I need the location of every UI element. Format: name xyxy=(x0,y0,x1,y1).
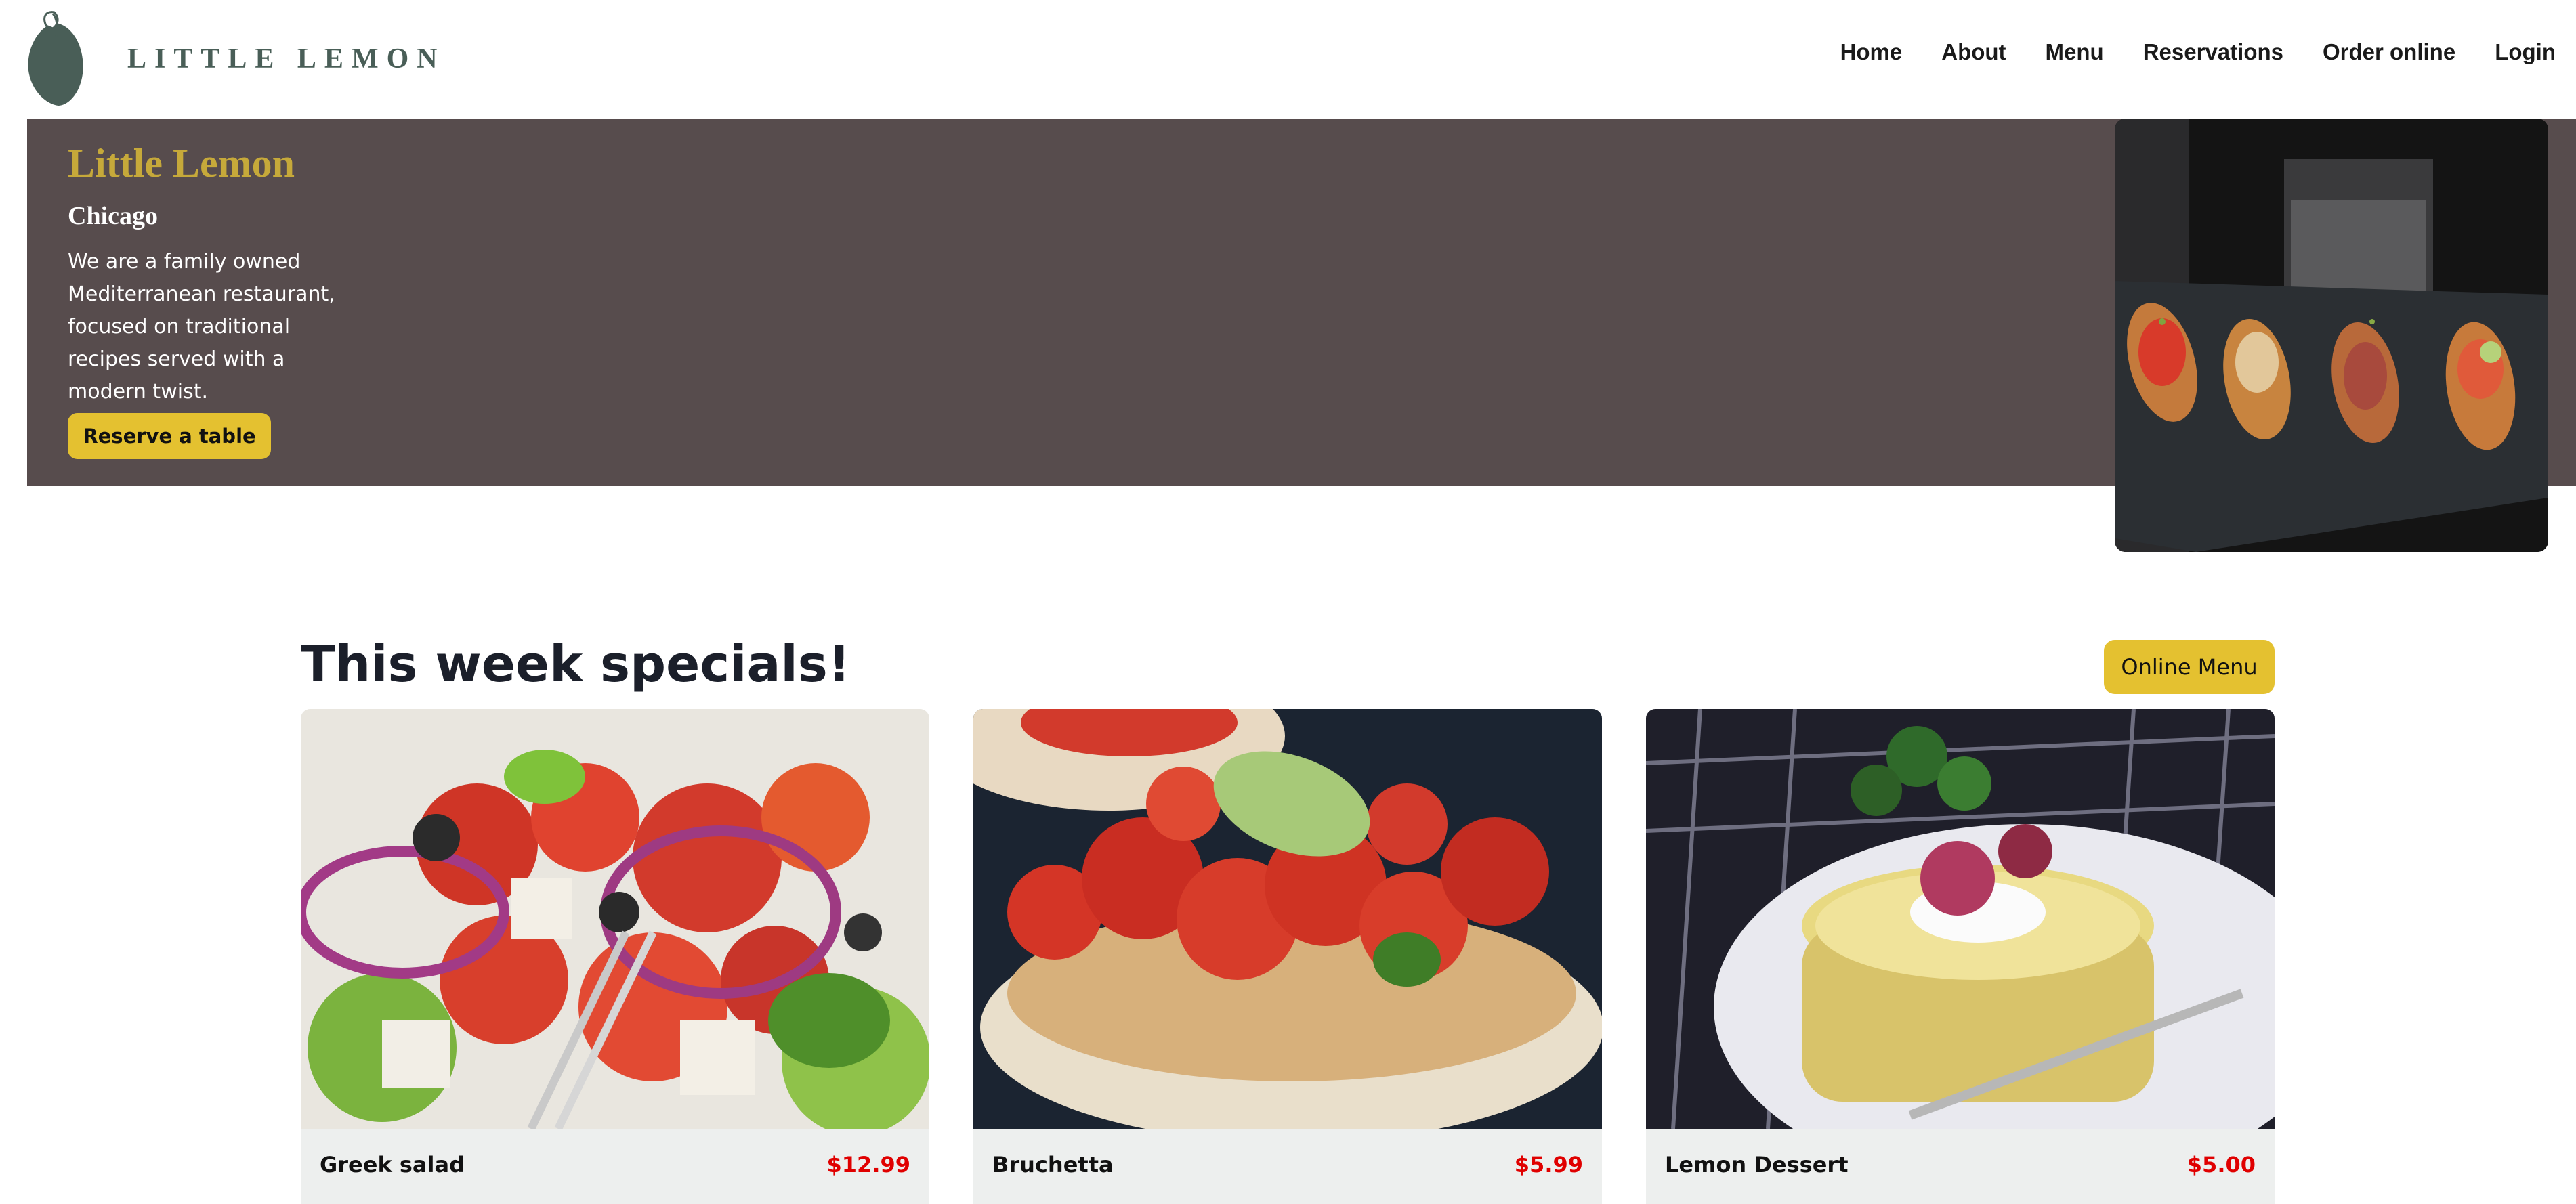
greek-salad-image xyxy=(301,709,929,1129)
dish-price: $5.00 xyxy=(2187,1152,2256,1178)
main-nav: Home About Menu Reservations Order onlin… xyxy=(1801,39,2556,65)
card-footer: Greek salad $12.99 xyxy=(301,1129,929,1204)
lemon-dessert-image xyxy=(1646,709,2275,1129)
dish-name: Lemon Dessert xyxy=(1665,1152,1849,1178)
hero-image xyxy=(2115,119,2548,552)
logo[interactable]: LITTLE LEMON xyxy=(26,9,446,108)
nav-order-online[interactable]: Order online xyxy=(2323,39,2455,65)
dish-price: $5.99 xyxy=(1514,1152,1583,1178)
site-header: LITTLE LEMON Home About Menu Reservation… xyxy=(0,0,2576,119)
nav-about[interactable]: About xyxy=(1941,39,2006,65)
bruchetta-image xyxy=(973,709,1602,1129)
card-footer: Lemon Dessert $5.00 xyxy=(1646,1129,2275,1204)
online-menu-button[interactable]: Online Menu xyxy=(2104,640,2275,694)
logo-text: LITTLE LEMON xyxy=(127,43,446,74)
dish-name: Greek salad xyxy=(320,1152,465,1178)
nav-login[interactable]: Login xyxy=(2495,39,2556,65)
special-card-bruchetta[interactable]: Bruchetta $5.99 xyxy=(973,709,1602,1204)
special-card-lemon-dessert[interactable]: Lemon Dessert $5.00 xyxy=(1646,709,2275,1204)
nav-home[interactable]: Home xyxy=(1840,39,1903,65)
specials-heading: This week specials! xyxy=(301,635,851,693)
nav-reservations[interactable]: Reservations xyxy=(2143,39,2283,65)
special-card-greek-salad[interactable]: Greek salad $12.99 xyxy=(301,709,929,1204)
nav-menu[interactable]: Menu xyxy=(2046,39,2104,65)
lemon-icon xyxy=(28,11,83,106)
hero-title: Little Lemon xyxy=(68,141,295,186)
reserve-table-button[interactable]: Reserve a table xyxy=(68,413,271,459)
hero-subtitle: Chicago xyxy=(68,202,158,230)
dish-price: $12.99 xyxy=(826,1152,910,1178)
card-footer: Bruchetta $5.99 xyxy=(973,1129,1602,1204)
hero-description: We are a family owned Mediterranean rest… xyxy=(68,250,335,404)
dish-name: Bruchetta xyxy=(992,1152,1114,1178)
